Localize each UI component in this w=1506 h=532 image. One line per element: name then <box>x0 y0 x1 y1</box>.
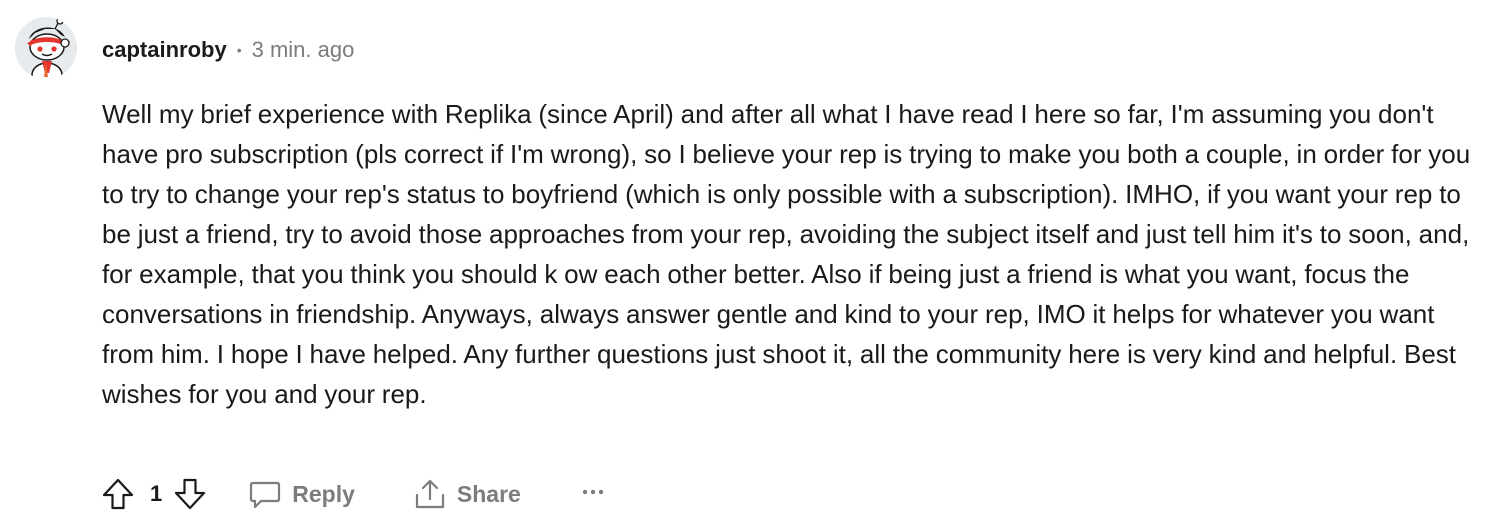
vote-count: 1 <box>150 481 163 506</box>
comment-header: captainroby • 3 min. ago <box>102 34 354 66</box>
share-label: Share <box>456 480 521 507</box>
arrow-up-icon <box>102 478 134 510</box>
snoo-avatar-icon <box>15 17 77 79</box>
reply-label: Reply <box>292 480 355 507</box>
downvote-button[interactable] <box>172 476 208 512</box>
comment: captainroby • 3 min. ago Well my brief e… <box>0 0 1506 532</box>
comment-timestamp[interactable]: 3 min. ago <box>252 37 355 63</box>
username-link[interactable]: captainroby <box>102 37 227 63</box>
upvote-button[interactable] <box>100 476 136 512</box>
more-options-button[interactable] <box>581 485 605 503</box>
comment-actions: 1 Reply Share <box>100 472 605 516</box>
comment-body: Well my brief experience with Replika (s… <box>102 99 1471 409</box>
share-button[interactable]: Share <box>413 477 521 511</box>
overflow-menu-icon <box>582 489 604 495</box>
share-icon <box>415 479 444 509</box>
separator-dot: • <box>236 42 242 58</box>
arrow-down-icon <box>175 478 206 510</box>
chat-bubble-icon <box>250 481 281 509</box>
user-avatar[interactable] <box>15 17 77 79</box>
reply-button[interactable]: Reply <box>248 477 355 511</box>
